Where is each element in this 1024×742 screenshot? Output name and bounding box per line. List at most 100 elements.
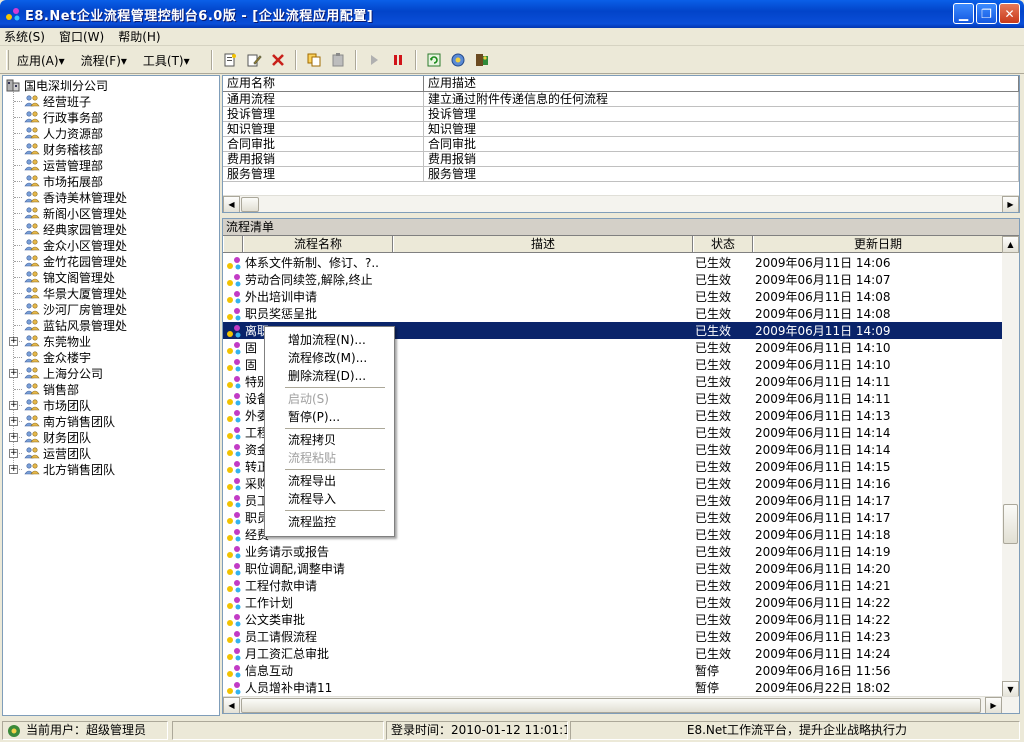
restore-button[interactable]: ❐ xyxy=(976,3,997,24)
tree-expand-button[interactable]: + xyxy=(9,417,18,426)
tree-item[interactable]: 销售部 xyxy=(24,381,79,397)
scroll-right-button[interactable]: ▶ xyxy=(1002,196,1019,212)
application-row[interactable]: 合同审批 合同审批 xyxy=(223,137,1019,152)
tree-expand-button[interactable]: + xyxy=(9,465,18,474)
close-button[interactable]: ✕ xyxy=(999,3,1020,24)
copy-icon[interactable] xyxy=(304,50,324,70)
pause-icon[interactable] xyxy=(388,50,408,70)
context-menu-item[interactable]: 流程拷贝 xyxy=(288,431,336,449)
context-menu-item[interactable]: 流程导出 xyxy=(288,472,336,490)
flow-list-header: 流程名称 描述 状态 更新日期 xyxy=(223,236,1003,253)
application-row[interactable]: 投诉管理 投诉管理 xyxy=(223,107,1019,122)
tree-item[interactable]: 新阁小区管理处 xyxy=(24,205,127,221)
minimize-button[interactable]: ▁ xyxy=(953,3,974,24)
flow-row[interactable]: 业务请示或报告 已生效 2009年06月11日 14:19 xyxy=(223,543,1003,560)
exit-icon[interactable] xyxy=(472,50,492,70)
tree-item[interactable]: 财务团队 xyxy=(24,429,91,445)
flow-list-vscrollbar[interactable]: ▲ ▼ xyxy=(1002,236,1019,698)
application-list-hscrollbar[interactable]: ◀ ▶ xyxy=(223,195,1019,212)
tree-item[interactable]: 金众楼宇 xyxy=(24,349,91,365)
scroll-left-button[interactable]: ◀ xyxy=(223,697,240,713)
tree-item[interactable]: 蓝钻风景管理处 xyxy=(24,317,127,333)
new-document-icon[interactable] xyxy=(220,50,240,70)
tree-expand-button[interactable]: + xyxy=(9,401,18,410)
monitor-icon[interactable] xyxy=(448,50,468,70)
flow-row[interactable]: 外出培训申请 已生效 2009年06月11日 14:08 xyxy=(223,288,1003,305)
application-row[interactable]: 费用报销 费用报销 xyxy=(223,152,1019,167)
toolbar-grip[interactable] xyxy=(6,50,9,70)
tree-item[interactable]: 南方销售团队 xyxy=(24,413,115,429)
flow-row[interactable]: 职员奖惩呈批 已生效 2009年06月11日 14:08 xyxy=(223,305,1003,322)
application-list[interactable]: 应用名称 应用描述 通用流程 建立通过附件传递信息的任何流程 投诉管理 投诉管理 知识管… xyxy=(222,75,1020,213)
flow-row[interactable]: 信息互动 暂停 2009年06月16日 11:56 xyxy=(223,662,1003,679)
tree-item[interactable]: 锦文阁管理处 xyxy=(24,269,115,285)
scroll-thumb[interactable] xyxy=(241,197,259,212)
tree-item[interactable]: 人力资源部 xyxy=(24,125,103,141)
flow-row[interactable]: 体系文件新制、修订、?.. 已生效 2009年06月11日 14:06 xyxy=(223,254,1003,271)
scroll-up-button[interactable]: ▲ xyxy=(1002,236,1019,253)
toolbar-menu-app[interactable]: 应用(A)▾ xyxy=(17,52,65,69)
column-header-flow-name[interactable]: 流程名称 xyxy=(243,236,393,252)
column-header-status[interactable]: 状态 xyxy=(693,236,753,252)
tree-item[interactable]: 金众小区管理处 xyxy=(24,237,127,253)
tree-item[interactable]: 香诗美林管理处 xyxy=(24,189,127,205)
flow-row[interactable]: 职位调配,调整申请 已生效 2009年06月11日 14:20 xyxy=(223,560,1003,577)
scroll-thumb[interactable] xyxy=(1003,504,1018,544)
tree-item[interactable]: 行政事务部 xyxy=(24,109,103,125)
tree-item[interactable]: 运营团队 xyxy=(24,445,91,461)
tree-root[interactable]: 国电深圳分公司 xyxy=(5,77,108,93)
tree-item[interactable]: 北方销售团队 xyxy=(24,461,115,477)
toolbar-menu-flow[interactable]: 流程(F)▾ xyxy=(81,52,127,69)
column-header-description[interactable]: 描述 xyxy=(393,236,693,252)
tree-item[interactable]: 上海分公司 xyxy=(24,365,103,381)
tree-item[interactable]: 沙河厂房管理处 xyxy=(24,301,127,317)
flow-row[interactable]: 公文类审批 已生效 2009年06月11日 14:22 xyxy=(223,611,1003,628)
edit-document-icon[interactable] xyxy=(244,50,264,70)
tree-item[interactable]: 经营班子 xyxy=(24,93,91,109)
tree-item[interactable]: 市场团队 xyxy=(24,397,91,413)
tree-expand-button[interactable]: + xyxy=(9,433,18,442)
context-menu-item[interactable]: 流程导入 xyxy=(288,490,336,508)
menu-help[interactable]: 帮助(H) xyxy=(118,28,160,45)
flow-row[interactable]: 工程付款申请 已生效 2009年06月11日 14:21 xyxy=(223,577,1003,594)
scroll-right-button[interactable]: ▶ xyxy=(985,697,1002,713)
column-header-app-desc[interactable]: 应用描述 xyxy=(424,76,1019,91)
tree-expand-button[interactable]: + xyxy=(9,449,18,458)
context-menu-item[interactable]: 流程监控 xyxy=(288,513,336,531)
tree-item[interactable]: 东莞物业 xyxy=(24,333,91,349)
delete-icon[interactable] xyxy=(268,50,288,70)
context-menu-item[interactable]: 删除流程(D)... xyxy=(288,367,366,385)
tree-item[interactable]: 华景大厦管理处 xyxy=(24,285,127,301)
context-menu-item[interactable]: 暂停(P)... xyxy=(288,408,340,426)
flow-row[interactable]: 劳动合同续签,解除,终止 已生效 2009年06月11日 14:07 xyxy=(223,271,1003,288)
tree-item[interactable]: 市场拓展部 xyxy=(24,173,103,189)
menu-system[interactable]: 系统(S) xyxy=(4,28,45,45)
flow-row[interactable]: 员工请假流程 已生效 2009年06月11日 14:23 xyxy=(223,628,1003,645)
window-title: E8.Net企业流程管理控制台6.0版 - [企业流程应用配置] xyxy=(25,8,374,24)
org-tree-panel[interactable]: 国电深圳分公司 经营班子 行政事务部 人力资源部 财务稽核部 运营管理部 市场拓展部 香诗美林… xyxy=(2,75,220,716)
context-menu-item[interactable]: 流程修改(M)... xyxy=(288,349,367,367)
menu-window[interactable]: 窗口(W) xyxy=(59,28,104,45)
tree-expand-button[interactable]: + xyxy=(9,369,18,378)
context-menu-separator xyxy=(285,510,385,511)
flow-row[interactable]: 月工资汇总审批 已生效 2009年06月11日 14:24 xyxy=(223,645,1003,662)
flow-list-hscrollbar[interactable]: ◀ ▶ xyxy=(223,696,1019,713)
flow-row[interactable]: 工作计划 已生效 2009年06月11日 14:22 xyxy=(223,594,1003,611)
tree-item[interactable]: 财务稽核部 xyxy=(24,141,103,157)
tree-item[interactable]: 金竹花园管理处 xyxy=(24,253,127,269)
scroll-thumb[interactable] xyxy=(241,698,981,713)
scroll-left-button[interactable]: ◀ xyxy=(223,196,240,212)
context-menu-item[interactable]: 增加流程(N)... xyxy=(288,331,366,349)
application-row[interactable]: 知识管理 知识管理 xyxy=(223,122,1019,137)
tree-expand-button[interactable]: + xyxy=(9,337,18,346)
column-header-update-date[interactable]: 更新日期 xyxy=(753,236,1003,252)
title-bar[interactable]: E8.Net企业流程管理控制台6.0版 - [企业流程应用配置] ▁ ❐ ✕ xyxy=(0,0,1024,28)
application-row[interactable]: 通用流程 建立通过附件传递信息的任何流程 xyxy=(223,92,1019,107)
tree-item[interactable]: 经典家园管理处 xyxy=(24,221,127,237)
flow-row[interactable]: 人员增补申请11 暂停 2009年06月22日 18:02 xyxy=(223,679,1003,696)
toolbar-menu-tools[interactable]: 工具(T)▾ xyxy=(143,52,190,69)
column-header-app-name[interactable]: 应用名称 xyxy=(223,76,424,91)
refresh-icon[interactable] xyxy=(424,50,444,70)
tree-item[interactable]: 运营管理部 xyxy=(24,157,103,173)
application-row[interactable]: 服务管理 服务管理 xyxy=(223,167,1019,182)
